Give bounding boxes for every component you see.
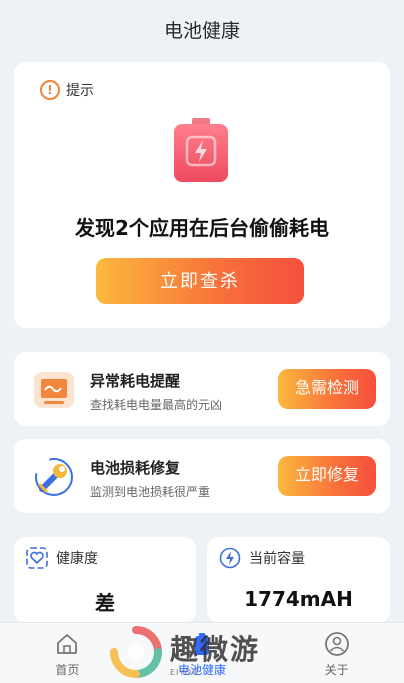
tab-label: 首页 xyxy=(55,663,80,677)
user-icon xyxy=(324,632,349,656)
battery-repair-card[interactable]: 电池损耗修复 监测到电池损耗很严重 立即修复 xyxy=(14,439,390,513)
abnormal-drain-card[interactable]: 异常耗电提醒 查找耗电电量最高的元凶 急需检测 xyxy=(14,352,390,426)
health-card: 健康度 差 xyxy=(14,537,196,623)
home-icon xyxy=(57,634,78,654)
wrench-icon xyxy=(35,458,73,496)
watermark-text: 趣微游 xyxy=(170,632,261,666)
tab-label: 关于 xyxy=(324,663,349,677)
stat-label: 当前容量 xyxy=(249,551,305,567)
tip-card: ! 提示 发现2个应用在后台偷偷耗电 立即查杀 xyxy=(14,62,390,328)
monitor-icon xyxy=(34,372,74,408)
repair-now-button[interactable]: 立即修复 xyxy=(278,456,376,496)
tab-about[interactable]: 关于 xyxy=(269,623,404,683)
page-title: 电池健康 xyxy=(163,20,240,42)
watermark-logo: 趣微游 EIYOU xyxy=(110,626,260,678)
health-value: 差 xyxy=(95,591,115,615)
warning-message: 发现2个应用在后台偷偷耗电 xyxy=(75,216,329,240)
stat-label: 健康度 xyxy=(56,551,98,567)
heart-check-icon xyxy=(26,547,48,569)
capacity-value: 1774mAH xyxy=(244,587,353,611)
row-subtitle: 监测到电池损耗很严重 xyxy=(90,485,211,499)
info-icon: ! xyxy=(40,80,60,100)
capacity-card: 当前容量 1774mAH xyxy=(207,537,390,623)
row-title: 电池损耗修复 xyxy=(90,459,181,477)
tip-header: ! 提示 xyxy=(40,80,94,100)
watermark-icon xyxy=(110,626,162,678)
bolt-icon xyxy=(219,547,241,569)
row-title: 异常耗电提醒 xyxy=(90,372,181,390)
kill-now-button[interactable]: 立即查杀 xyxy=(96,258,304,304)
watermark-subtext: EIYOU xyxy=(170,667,200,677)
tip-label: 提示 xyxy=(66,83,94,99)
row-subtitle: 查找耗电电量最高的元凶 xyxy=(90,398,223,412)
urgent-check-button[interactable]: 急需检测 xyxy=(278,369,376,409)
battery-warning-icon xyxy=(174,118,228,182)
